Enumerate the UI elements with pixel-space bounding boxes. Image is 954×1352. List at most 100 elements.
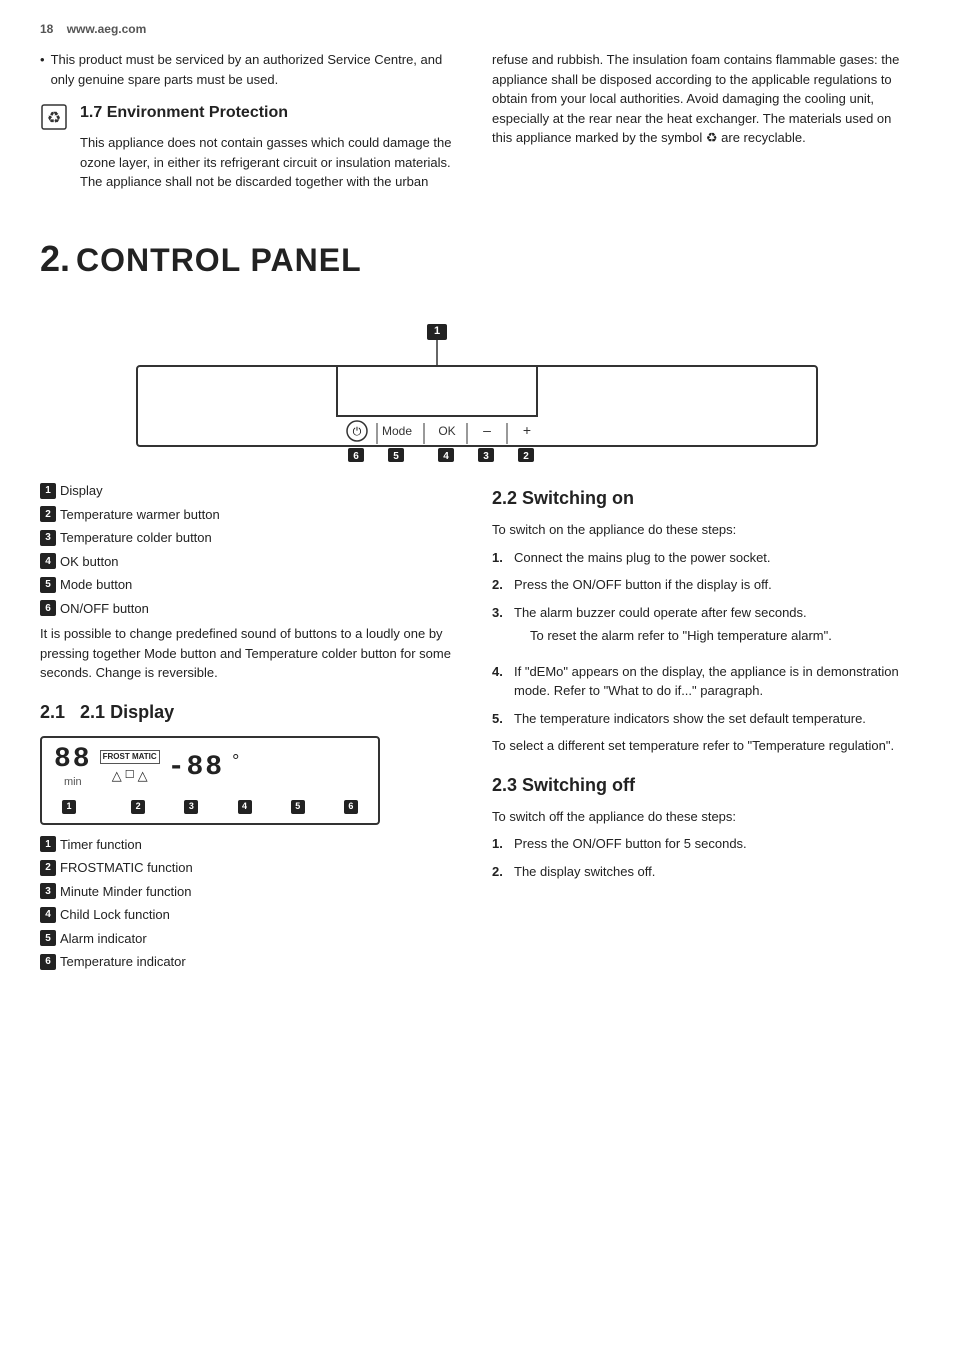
step-2-text: Press the ON/OFF button if the display i… — [514, 575, 772, 595]
display-num: 2.1 — [40, 702, 65, 722]
legend-item-3: 3 Temperature colder button — [40, 528, 462, 548]
legend-label-3: Temperature colder button — [60, 528, 212, 548]
recycling-icon: ♻ — [40, 103, 68, 131]
legend-label-1: Display — [60, 481, 103, 501]
step-1-text: Connect the mains plug to the power sock… — [514, 548, 771, 568]
display-numbers-row: 1 2 3 4 5 6 — [54, 794, 374, 815]
display-diagram: 88 min FROST MATIC △ ☐ △ — [40, 736, 380, 825]
badge-1: 1 — [40, 483, 56, 499]
intro-right-text: refuse and rubbish. The insulation foam … — [492, 50, 914, 148]
off-step-2-text: The display switches off. — [514, 862, 655, 882]
website: www.aeg.com — [67, 22, 147, 36]
svg-text:Mode: Mode — [382, 424, 412, 438]
svg-text:2: 2 — [523, 451, 529, 462]
right-column: 2.2 Switching on To switch on the applia… — [492, 481, 914, 976]
env-section: ♻ 1.7 Environment Protection This applia… — [40, 101, 462, 192]
switching-on-outro: To select a different set temperature re… — [492, 736, 914, 756]
off-step-1-text: Press the ON/OFF button for 5 seconds. — [514, 834, 747, 854]
legend-label-4: OK button — [60, 552, 119, 572]
seg-display-1: 88 — [54, 746, 92, 774]
badge-4: 4 — [40, 553, 56, 569]
env-body: This appliance does not contain gasses w… — [80, 135, 451, 189]
panel-svg: 1 ⏻ Mode OK – + 6 5 4 3 2 — [77, 316, 877, 476]
off-step-1: 1. Press the ON/OFF button for 5 seconds… — [492, 834, 914, 854]
step-3-sub: To reset the alarm refer to "High temper… — [530, 626, 832, 646]
disp-legend-label-4: Child Lock function — [60, 905, 170, 925]
off-step-2: 2. The display switches off. — [492, 862, 914, 882]
svg-text:OK: OK — [438, 424, 455, 438]
bullet-item: • This product must be serviced by an au… — [40, 50, 462, 89]
page-number: 18 — [40, 22, 53, 36]
display-title: 2.1 Display — [80, 702, 174, 722]
step-5-text: The temperature indicators show the set … — [514, 709, 866, 729]
left-column: 1 Display 2 Temperature warmer button 3 … — [40, 481, 462, 976]
disp-legend-3: 3 Minute Minder function — [40, 882, 462, 902]
seg-display-2: -88 — [168, 754, 224, 782]
intro-right: refuse and rubbish. The insulation foam … — [492, 50, 914, 192]
bullet-dot: • — [40, 50, 45, 89]
badge-3: 3 — [40, 530, 56, 546]
disp-num-6: 6 — [344, 798, 362, 815]
legend-label-2: Temperature warmer button — [60, 505, 220, 525]
switching-on-intro: To switch on the appliance do these step… — [492, 520, 914, 540]
display-legend: 1 Timer function 2 FROSTMATIC function 3… — [40, 835, 462, 972]
disp-legend-2: 2 FROSTMATIC function — [40, 858, 462, 878]
legend-item-5: 5 Mode button — [40, 575, 462, 595]
badge-6: 6 — [40, 600, 56, 616]
step-2: 2. Press the ON/OFF button if the displa… — [492, 575, 914, 595]
header: 18 www.aeg.com — [40, 20, 914, 38]
display-inner: 88 min FROST MATIC △ ☐ △ — [54, 746, 366, 791]
panel-legend: 1 Display 2 Temperature warmer button 3 … — [40, 481, 462, 618]
switching-off-heading: 2.3 Switching off — [492, 772, 914, 799]
svg-text:–: – — [483, 422, 491, 438]
disp-num-3: 3 — [184, 798, 202, 815]
switching-on-title: 2.2 Switching on — [492, 488, 634, 508]
env-heading: 1.7 Environment Protection — [80, 101, 462, 125]
step-4-text: If "dEMo" appears on the display, the ap… — [514, 662, 914, 701]
display-icons: △ ☐ △ — [112, 766, 148, 786]
badge-5: 5 — [40, 577, 56, 593]
legend-label-6: ON/OFF button — [60, 599, 149, 619]
step-3-text: The alarm buzzer could operate after few… — [514, 605, 807, 620]
switching-off-intro: To switch off the appliance do these ste… — [492, 807, 914, 827]
svg-text:1: 1 — [434, 325, 440, 337]
switching-off-steps: 1. Press the ON/OFF button for 5 seconds… — [492, 834, 914, 881]
switching-on-heading: 2.2 Switching on — [492, 485, 914, 512]
svg-text:6: 6 — [353, 451, 359, 462]
svg-text:5: 5 — [393, 451, 399, 462]
disp-legend-label-1: Timer function — [60, 835, 142, 855]
disp-legend-1: 1 Timer function — [40, 835, 462, 855]
main-content: 1 Display 2 Temperature warmer button 3 … — [40, 481, 914, 976]
env-text: 1.7 Environment Protection This applianc… — [80, 101, 462, 192]
legend-item-6: 6 ON/OFF button — [40, 599, 462, 619]
legend-item-1: 1 Display — [40, 481, 462, 501]
svg-text:3: 3 — [483, 451, 489, 462]
disp-legend-6: 6 Temperature indicator — [40, 952, 462, 972]
chapter-title: CONTROL PANEL — [76, 236, 362, 284]
svg-text:+: + — [523, 422, 531, 438]
step-4: 4. If "dEMo" appears on the display, the… — [492, 662, 914, 701]
intro-left: • This product must be serviced by an au… — [40, 50, 462, 192]
disp-legend-label-5: Alarm indicator — [60, 929, 147, 949]
disp-legend-label-3: Minute Minder function — [60, 882, 192, 902]
disp-legend-label-6: Temperature indicator — [60, 952, 186, 972]
disp-num-1: 1 — [62, 798, 80, 815]
legend-item-2: 2 Temperature warmer button — [40, 505, 462, 525]
step-5: 5. The temperature indicators show the s… — [492, 709, 914, 729]
degree-symbol: ° — [232, 748, 239, 775]
svg-text:4: 4 — [443, 451, 449, 462]
chapter-num: 2. — [40, 232, 70, 286]
bullet-text: This product must be serviced by an auth… — [51, 50, 462, 89]
disp-legend-label-2: FROSTMATIC function — [60, 858, 193, 878]
disp-num-5: 5 — [291, 798, 309, 815]
step-1: 1. Connect the mains plug to the power s… — [492, 548, 914, 568]
frost-label: FROST MATIC — [100, 750, 160, 764]
step-3: 3. The alarm buzzer could operate after … — [492, 603, 914, 654]
svg-text:⏻: ⏻ — [353, 426, 362, 438]
legend-item-4: 4 OK button — [40, 552, 462, 572]
switching-off-title: 2.3 Switching off — [492, 775, 635, 795]
svg-text:♻: ♻ — [47, 110, 61, 127]
switching-on-steps: 1. Connect the mains plug to the power s… — [492, 548, 914, 729]
seg-sub-1: min — [64, 774, 82, 791]
control-panel-diagram: 1 ⏻ Mode OK – + 6 5 4 3 2 — [77, 316, 877, 482]
